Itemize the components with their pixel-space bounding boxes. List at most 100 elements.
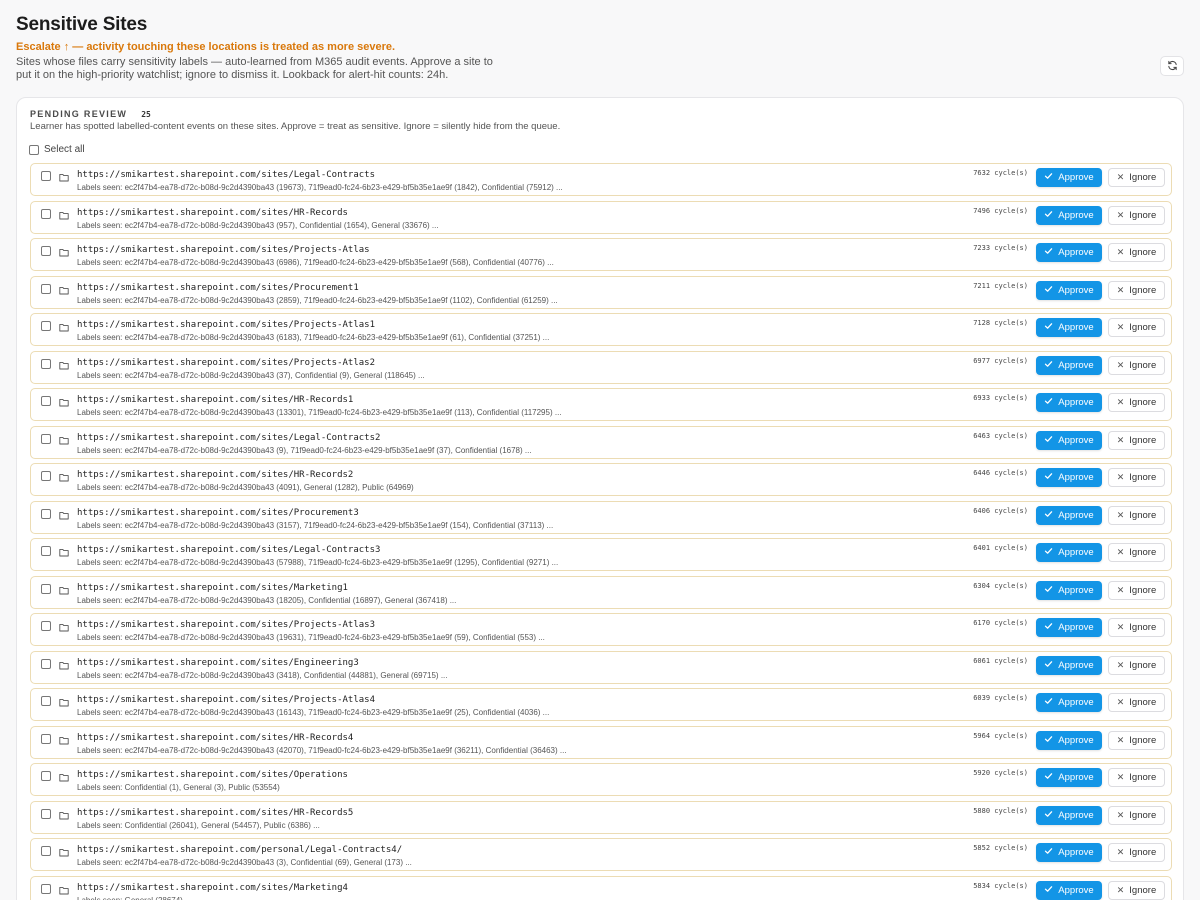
ignore-button[interactable]: ✕ Ignore [1108,355,1165,375]
row-checkbox[interactable] [41,546,51,556]
close-icon: ✕ [1116,434,1125,445]
ignore-button[interactable]: ✕ Ignore [1108,543,1165,562]
site-labels: Labels seen: ec2f47b4-ea78-d72c-b08d-9c2… [77,745,567,755]
row-checkbox[interactable] [41,733,51,744]
close-icon: ✕ [1116,247,1125,257]
site-row: https://smikartest.sharepoint.com/sites/… [30,650,1172,684]
ignore-button[interactable]: ✕ Ignore [1108,618,1165,637]
row-checkbox[interactable] [41,358,51,369]
check-icon [1044,660,1053,671]
site-url: https://smikartest.sharepoint.com/sites/… [77,620,376,630]
site-url: https://smikartest.sharepoint.com/sites/… [77,657,359,668]
ignore-button[interactable]: ✕ Ignore [1108,168,1165,187]
row-checkbox[interactable] [41,471,51,481]
site-url: https://smikartest.sharepoint.com/sites/… [77,170,376,180]
row-checkbox[interactable] [41,696,51,706]
approve-button[interactable]: Approve [1036,618,1102,637]
approve-button[interactable]: Approve [1036,768,1102,787]
select-all-checkbox[interactable] [29,144,39,155]
cycle-count: 6977 cycle(s) [973,356,1028,365]
ignore-button[interactable]: ✕ Ignore [1108,505,1165,525]
ignore-button[interactable]: ✕ Ignore [1108,580,1165,600]
ignore-button[interactable]: ✕ Ignore [1108,730,1165,750]
cycle-count: 5920 cycle(s) [973,769,1028,777]
site-labels: Labels seen: General (28674) [77,895,183,900]
site-row: https://smikartest.sharepoint.com/sites/… [30,875,1172,900]
row-checkbox[interactable] [41,171,51,181]
approve-button[interactable]: Approve [1036,318,1102,337]
ignore-button[interactable]: ✕ Ignore [1108,805,1165,825]
site-url: https://smikartest.sharepoint.com/sites/… [77,432,381,443]
refresh-icon [1167,59,1178,74]
site-url: https://smikartest.sharepoint.com/sites/… [77,470,354,480]
refresh-button[interactable] [1160,56,1184,76]
row-checkbox[interactable] [41,883,51,894]
approve-button[interactable]: Approve [1036,468,1102,487]
row-checkbox[interactable] [41,246,51,256]
site-labels: Labels seen: ec2f47b4-ea78-d72c-b08d-9c2… [77,408,562,417]
row-checkbox[interactable] [41,208,51,219]
close-icon: ✕ [1116,284,1125,295]
row-checkbox[interactable] [41,321,51,331]
approve-button[interactable]: Approve [1036,168,1102,187]
check-icon [1044,172,1053,183]
approve-button[interactable]: Approve [1036,543,1102,562]
site-labels: Labels seen: ec2f47b4-ea78-d72c-b08d-9c2… [77,858,412,867]
approve-label: Approve [1058,884,1094,896]
row-checkbox[interactable] [41,621,51,631]
approve-button[interactable]: Approve [1036,655,1102,675]
approve-button[interactable]: Approve [1036,843,1102,862]
close-icon: ✕ [1116,172,1125,182]
cycle-count: 6061 cycle(s) [973,656,1028,665]
ignore-button[interactable]: ✕ Ignore [1108,768,1165,787]
ignore-button[interactable]: ✕ Ignore [1108,843,1165,862]
row-checkbox[interactable] [41,508,51,519]
ignore-button[interactable]: ✕ Ignore [1108,243,1165,262]
ignore-button[interactable]: ✕ Ignore [1108,430,1165,450]
site-labels: Labels seen: ec2f47b4-ea78-d72c-b08d-9c2… [77,595,457,605]
approve-button[interactable]: Approve [1036,505,1102,525]
site-labels: Labels seen: ec2f47b4-ea78-d72c-b08d-9c2… [77,520,554,530]
approve-button[interactable]: Approve [1036,693,1102,712]
ignore-button[interactable]: ✕ Ignore [1108,655,1165,675]
folder-icon [59,394,69,412]
row-checkbox[interactable] [41,658,51,669]
ignore-button[interactable]: ✕ Ignore [1108,693,1165,712]
row-checkbox[interactable] [41,583,51,594]
site-row: https://smikartest.sharepoint.com/sites/… [30,275,1172,309]
check-icon [1044,772,1053,783]
approve-button[interactable]: Approve [1036,880,1102,900]
row-checkbox[interactable] [41,771,51,781]
approve-button[interactable]: Approve [1036,280,1102,300]
site-row: https://smikartest.sharepoint.com/sites/… [30,688,1172,721]
approve-button[interactable]: Approve [1036,730,1102,750]
ignore-button[interactable]: ✕ Ignore [1108,468,1165,487]
row-checkbox[interactable] [41,433,51,444]
pending-review-panel: PENDING REVIEW 25 Learner has spotted la… [16,97,1184,900]
row-checkbox[interactable] [41,283,51,294]
check-icon [1044,735,1053,746]
ignore-label: Ignore [1129,847,1157,858]
ignore-button[interactable]: ✕ Ignore [1108,393,1165,412]
approve-button[interactable]: Approve [1036,430,1102,450]
ignore-button[interactable]: ✕ Ignore [1108,205,1165,225]
site-row: https://smikartest.sharepoint.com/sites/… [30,350,1172,384]
approve-button[interactable]: Approve [1036,205,1102,225]
page-header: Sensitive Sites Escalate ↑ — activity to… [16,14,516,81]
approve-label: Approve [1058,697,1094,708]
row-checkbox[interactable] [41,396,51,406]
approve-button[interactable]: Approve [1036,393,1102,412]
close-icon: ✕ [1116,359,1125,370]
approve-button[interactable]: Approve [1036,805,1102,825]
approve-button[interactable]: Approve [1036,243,1102,262]
row-checkbox[interactable] [41,846,51,856]
row-checkbox[interactable] [41,808,51,819]
ignore-button[interactable]: ✕ Ignore [1108,318,1165,337]
ignore-button[interactable]: ✕ Ignore [1108,880,1165,900]
approve-button[interactable]: Approve [1036,355,1102,375]
check-icon [1044,435,1053,446]
folder-icon [59,844,69,862]
select-all[interactable]: Select all [29,144,85,155]
ignore-button[interactable]: ✕ Ignore [1108,280,1165,300]
approve-button[interactable]: Approve [1036,580,1102,600]
